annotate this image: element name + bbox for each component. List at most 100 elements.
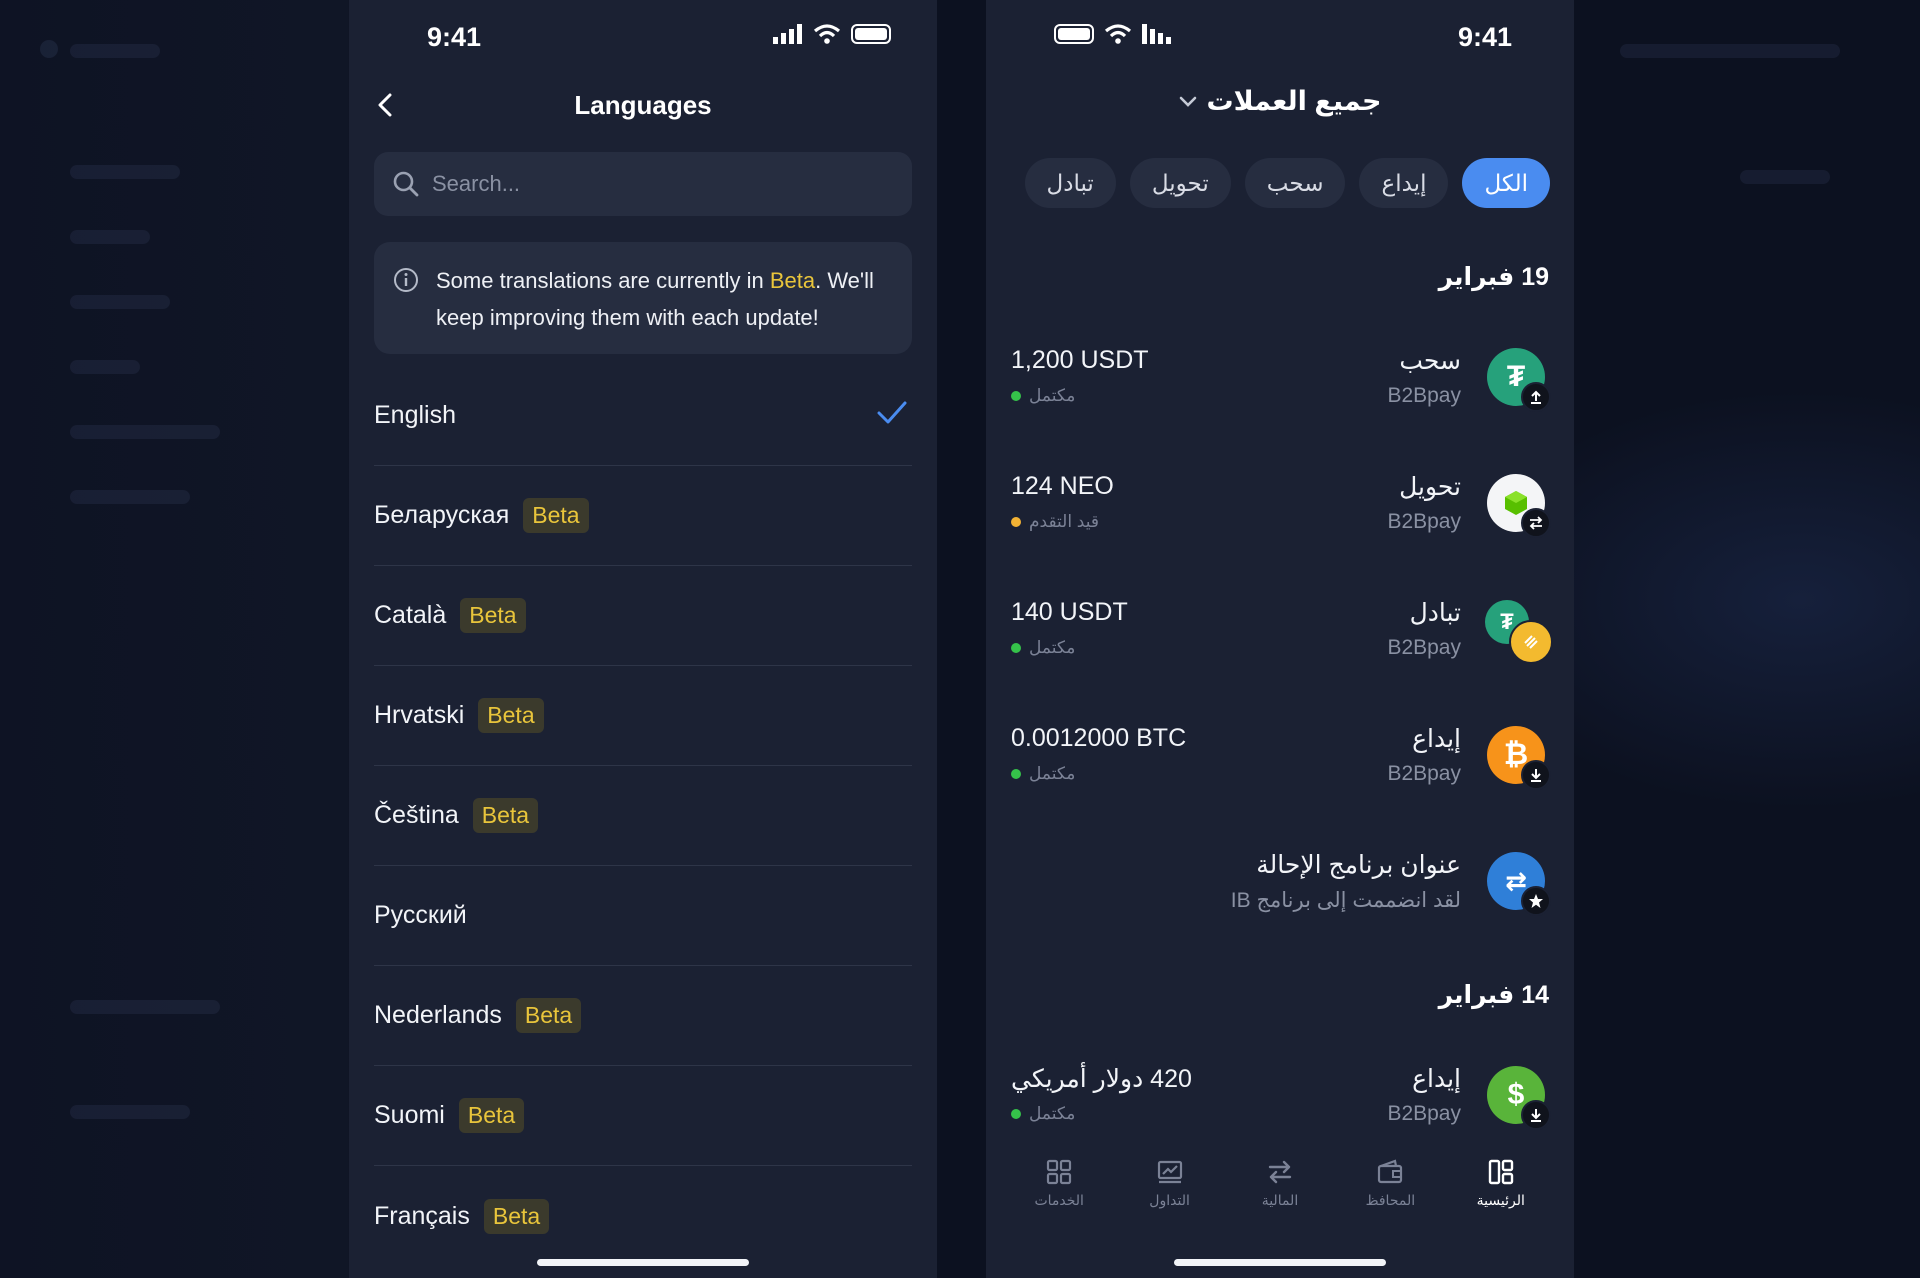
filter-deposit[interactable]: إيداع [1359, 158, 1449, 208]
transaction-amount: 140 USDT [1011, 598, 1128, 626]
transaction-row[interactable]: $ إيداع B2Bpay 420 دولار أمريكي مكتمل [1011, 1062, 1551, 1162]
battery-icon [851, 24, 891, 44]
search-icon [393, 171, 419, 197]
search-input[interactable] [432, 171, 912, 197]
dashboard-icon [1488, 1159, 1513, 1185]
status-label: مكتمل [1029, 638, 1076, 657]
transaction-provider: B2Bpay [1387, 636, 1461, 659]
beta-badge: Beta [460, 598, 526, 633]
referral-title: عنوان برنامج الإحالة [1256, 851, 1461, 879]
download-icon [1521, 1100, 1551, 1130]
ghost-logo-icon [40, 40, 58, 58]
ghost-line [70, 360, 140, 374]
transaction-amount: 0.0012000 BTC [1011, 724, 1187, 752]
transaction-provider: B2Bpay [1387, 384, 1461, 407]
status-icons [1054, 24, 1172, 44]
language-name: English [374, 401, 456, 429]
tab-trading[interactable]: التداول [1120, 1158, 1220, 1228]
bottom-tab-bar: الرئيسية المحافظ المالية التداول الخدمات [986, 1158, 1574, 1228]
tab-label: الرئيسية [1476, 1192, 1525, 1208]
tab-finance[interactable]: المالية [1230, 1158, 1330, 1228]
info-beta-word: Beta [769, 268, 816, 293]
referral-subtitle: لقد انضممت إلى برنامج IB [1230, 889, 1461, 912]
currency-selector[interactable]: جميع العملات [986, 86, 1574, 117]
ghost-line [1620, 44, 1840, 58]
wallet-icon [1378, 1159, 1403, 1184]
checkmark-icon [877, 401, 907, 424]
tab-label: المحافظ [1365, 1192, 1416, 1208]
status-dot [1011, 517, 1021, 527]
status-label: قيد التقدم [1029, 512, 1099, 531]
signal-icon [1142, 24, 1171, 44]
language-name: Русский [374, 901, 467, 929]
status-label: مكتمل [1029, 764, 1076, 783]
language-name: Français [374, 1201, 470, 1230]
language-item-french[interactable]: Français Beta [374, 1166, 912, 1266]
transaction-status: مكتمل [1011, 638, 1075, 658]
language-item-english[interactable]: English [374, 366, 912, 466]
chevron-down-icon [1179, 96, 1196, 107]
transaction-provider: B2Bpay [1387, 1102, 1461, 1125]
language-name: Suomi [374, 1101, 445, 1129]
beta-info-notice: Some translations are currently in Beta.… [374, 242, 912, 354]
tab-services[interactable]: الخدمات [1009, 1158, 1109, 1228]
language-name: Беларуская [374, 501, 510, 529]
search-field[interactable] [374, 152, 912, 216]
beta-badge: Beta [523, 498, 589, 533]
referral-row[interactable]: ⇄ عنوان برنامج الإحالة لقد انضممت إلى بر… [1011, 848, 1551, 948]
transaction-row[interactable]: ₮ سحب B2Bpay 1,200 USDT مكتمل [1011, 344, 1551, 444]
languages-screen: 9:41 Languages Some translations are cur… [349, 0, 937, 1278]
battery-icon [1054, 24, 1094, 44]
language-item-czech[interactable]: Čeština Beta [374, 766, 912, 866]
filter-exchange[interactable]: تبادل [1024, 158, 1116, 208]
language-name: Čeština [374, 801, 459, 829]
tab-wallets[interactable]: المحافظ [1340, 1158, 1440, 1228]
transaction-status: مكتمل [1011, 764, 1075, 784]
filter-transfer[interactable]: تحويل [1129, 158, 1231, 208]
language-item-catalan[interactable]: Català Beta [374, 566, 912, 666]
filter-all[interactable]: الكل [1462, 158, 1550, 208]
beta-badge: Beta [478, 698, 544, 733]
transaction-type: سحب [1399, 347, 1461, 375]
language-item-dutch[interactable]: Nederlands Beta [374, 966, 912, 1066]
status-dot [1011, 391, 1021, 401]
status-label: مكتمل [1029, 1104, 1076, 1123]
upload-icon [1521, 382, 1551, 412]
tab-label: الخدمات [1034, 1192, 1084, 1208]
home-indicator [1174, 1259, 1386, 1266]
transaction-type: إيداع [1412, 1065, 1461, 1093]
language-name: Nederlands [374, 1001, 502, 1029]
blurred-background [0, 0, 1920, 1278]
transaction-status: مكتمل [1011, 1104, 1075, 1124]
transaction-provider: B2Bpay [1387, 510, 1461, 533]
transaction-amount: 1,200 USDT [1011, 346, 1149, 374]
transaction-type: إيداع [1412, 725, 1461, 753]
transaction-provider: B2Bpay [1387, 762, 1461, 785]
ghost-line [70, 1105, 190, 1119]
ghost-line [70, 1000, 220, 1014]
transaction-row[interactable]: ₮ تبادل B2Bpay 140 USDT مكتمل [1011, 596, 1553, 696]
filter-withdraw[interactable]: سحب [1244, 158, 1346, 208]
ghost-line [70, 490, 190, 504]
transaction-status: قيد التقدم [1011, 512, 1099, 532]
status-time: 9:41 [427, 22, 482, 52]
tab-label: المالية [1261, 1192, 1299, 1208]
language-item-finnish[interactable]: Suomi Beta [374, 1066, 912, 1166]
language-item-croatian[interactable]: Hrvatski Beta [374, 666, 912, 766]
transaction-type: تبادل [1409, 599, 1461, 627]
tab-label: التداول [1149, 1192, 1190, 1208]
download-icon [1521, 760, 1551, 790]
transaction-row[interactable]: تحويل B2Bpay 124 NEO قيد التقدم [1011, 470, 1551, 570]
ghost-line [70, 165, 180, 179]
language-item-russian[interactable]: Русский [374, 866, 912, 966]
beta-badge: Beta [515, 998, 582, 1033]
language-list: English Беларуская Beta Català Beta Hrva… [374, 366, 912, 1266]
language-item-belarusian[interactable]: Беларуская Beta [374, 466, 912, 566]
ghost-line [70, 44, 160, 58]
grid-icon [1047, 1159, 1072, 1185]
transaction-row[interactable]: ₿ إيداع B2Bpay 0.0012000 BTC مكتمل [1011, 722, 1551, 822]
beta-badge: Beta [483, 1198, 550, 1234]
tab-home[interactable]: الرئيسية [1451, 1158, 1551, 1228]
beta-badge: Beta [458, 1098, 525, 1133]
wifi-icon [813, 24, 841, 44]
